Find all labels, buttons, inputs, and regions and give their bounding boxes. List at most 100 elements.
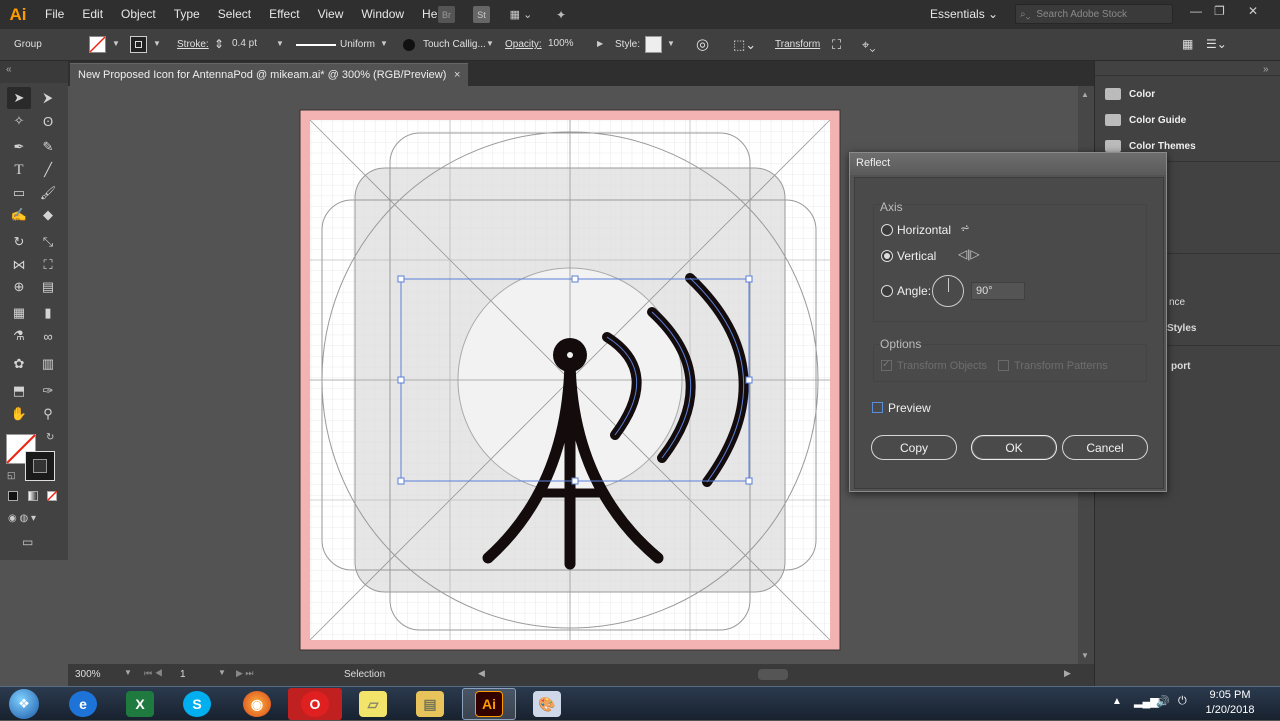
opacity-label[interactable]: Opacity: xyxy=(505,29,542,60)
document-tab[interactable]: New Proposed Icon for AntennaPod @ mikea… xyxy=(70,63,468,86)
puppet-warp-icon[interactable]: ⌖⌄ xyxy=(862,29,875,60)
pen-tool-icon[interactable]: ✒ xyxy=(7,136,31,158)
taskbar-file-explorer[interactable]: ▤ xyxy=(403,688,457,720)
panel-color-themes[interactable]: Color Themes xyxy=(1105,140,1196,152)
magic-wand-tool-icon[interactable]: ✧ xyxy=(7,110,31,132)
scroll-up-icon[interactable]: ▲ xyxy=(1081,90,1089,99)
preview-checkbox[interactable] xyxy=(872,402,883,413)
vertical-radio[interactable] xyxy=(881,250,893,262)
style-dropdown-icon[interactable]: ▼ xyxy=(667,39,675,48)
power-icon[interactable]: ⏻ xyxy=(1178,695,1187,708)
stroke-label[interactable]: Stroke: xyxy=(177,29,209,60)
start-button[interactable]: ❖ xyxy=(4,687,44,721)
opacity-field[interactable]: 100% xyxy=(545,37,593,53)
taskbar-skype[interactable]: S xyxy=(170,688,224,720)
artboard-next-last-icon[interactable]: ▶ ⏭ xyxy=(236,668,254,679)
gpu-performance-icon[interactable]: ✦ xyxy=(550,6,572,23)
hand-tool-icon[interactable]: ✋ xyxy=(7,403,31,425)
zoom-dropdown-icon[interactable]: ▼ xyxy=(124,668,132,677)
restore-icon[interactable]: ❐ xyxy=(1214,4,1225,18)
stock-search-field[interactable]: ⌕⌄ Search Adobe Stock xyxy=(1015,4,1173,24)
recolor-artwork-icon[interactable]: ◎ xyxy=(696,29,709,60)
panel-menu-icon[interactable]: ☰⌄ xyxy=(1206,29,1227,60)
collapse-toolbox-icon[interactable]: « xyxy=(6,64,12,75)
mesh-tool-icon[interactable]: ▦ xyxy=(7,302,31,324)
collapse-panel-icon[interactable]: » xyxy=(1263,64,1269,75)
taskbar-excel[interactable]: X xyxy=(113,688,167,720)
width-tool-icon[interactable]: ⋈ xyxy=(7,254,31,276)
taskbar-illustrator[interactable]: Ai xyxy=(462,688,516,720)
selection-tool-icon[interactable]: ➤ xyxy=(7,87,31,109)
close-window-icon[interactable]: ✕ xyxy=(1248,4,1258,18)
menu-file[interactable]: File xyxy=(36,0,73,29)
workspace-switcher[interactable]: Essentials ⌄ xyxy=(930,0,998,29)
clock[interactable]: 9:05 PM 1/20/2018 xyxy=(1190,688,1270,718)
minimize-icon[interactable]: — xyxy=(1190,4,1202,18)
angle-dial[interactable] xyxy=(932,275,964,307)
profile-dropdown-icon[interactable]: ▼ xyxy=(380,39,388,48)
menu-type[interactable]: Type xyxy=(165,0,209,29)
angle-label[interactable]: Angle: xyxy=(897,284,931,298)
horizontal-scroll-thumb[interactable] xyxy=(758,669,788,680)
panel-graphic-styles-partial[interactable]: Styles xyxy=(1167,323,1196,334)
close-tab-icon[interactable]: × xyxy=(454,64,460,86)
scroll-right-icon[interactable]: ▶ xyxy=(1064,668,1071,679)
swap-fill-stroke-icon[interactable]: ↻ xyxy=(46,432,54,443)
panel-appearance-partial[interactable]: nce xyxy=(1169,297,1185,308)
volume-icon[interactable]: 🔊 xyxy=(1156,695,1170,708)
gradient-tool-icon[interactable]: ▮ xyxy=(36,302,60,324)
network-icon[interactable]: ▂▄▆ xyxy=(1134,695,1159,708)
stroke-stepper-icon[interactable]: ⇕ xyxy=(214,29,224,60)
menu-window[interactable]: Window xyxy=(352,0,413,29)
transform-objects-checkbox[interactable] xyxy=(881,359,892,371)
brush-definition-label[interactable]: Touch Callig... xyxy=(423,29,486,60)
direct-selection-tool-icon[interactable]: ⮞ xyxy=(36,87,60,109)
free-transform-tool-icon[interactable]: ⛶ xyxy=(36,254,60,276)
shaper-tool-icon[interactable]: ✍ xyxy=(7,204,31,226)
transform-link[interactable]: Transform xyxy=(775,29,820,60)
stroke-color-box[interactable] xyxy=(25,451,55,481)
rotate-tool-icon[interactable]: ↻ xyxy=(7,231,31,253)
arrange-documents-icon[interactable]: ▦ ⌄ xyxy=(504,6,538,23)
artboard-dropdown-icon[interactable]: ▼ xyxy=(218,668,226,677)
default-fill-stroke-icon[interactable]: ◱ xyxy=(7,470,16,481)
brush-dropdown-icon[interactable]: ▼ xyxy=(486,39,494,48)
eraser-tool-icon[interactable]: ◆ xyxy=(36,204,60,226)
zoom-level[interactable]: 300% xyxy=(75,669,101,680)
symbol-sprayer-tool-icon[interactable]: ✿ xyxy=(7,353,31,375)
copy-button[interactable]: Copy xyxy=(871,435,957,460)
slice-tool-icon[interactable]: ✑ xyxy=(36,380,60,402)
taskbar-sticky-notes[interactable]: ▱ xyxy=(346,688,400,720)
menu-object[interactable]: Object xyxy=(112,0,165,29)
panel-color[interactable]: Color xyxy=(1105,88,1155,100)
lasso-tool-icon[interactable]: ʘ xyxy=(36,110,60,132)
stroke-weight-dropdown-icon[interactable]: ▼ xyxy=(276,39,284,48)
tray-overflow-icon[interactable]: ▲ xyxy=(1112,696,1122,707)
menu-select[interactable]: Select xyxy=(209,0,260,29)
horizontal-radio[interactable] xyxy=(881,224,893,236)
taskbar-firefox[interactable]: ◉ xyxy=(230,688,284,720)
scale-tool-icon[interactable]: ⤡ xyxy=(36,231,60,253)
arrange-icon[interactable]: ▦ xyxy=(1182,29,1193,60)
isolate-group-icon[interactable]: ⛶ xyxy=(832,29,841,60)
color-mode-icon[interactable] xyxy=(8,491,18,501)
artboard-number[interactable]: 1 xyxy=(180,669,186,680)
angle-radio[interactable] xyxy=(881,285,893,297)
artboard-tool-icon[interactable]: ⬒ xyxy=(7,380,31,402)
scroll-down-icon[interactable]: ▼ xyxy=(1081,651,1089,660)
stroke-dropdown-icon[interactable]: ▼ xyxy=(153,39,161,48)
align-to-icon[interactable]: ⬚⌄ xyxy=(733,29,756,60)
dialog-title-bar[interactable]: Reflect xyxy=(850,153,1166,175)
gradient-mode-icon[interactable] xyxy=(28,491,38,501)
perspective-grid-tool-icon[interactable]: ▤ xyxy=(36,276,60,298)
transform-patterns-checkbox[interactable] xyxy=(998,360,1009,371)
zoom-tool-icon[interactable]: ⚲ xyxy=(36,403,60,425)
taskbar-opera[interactable]: O xyxy=(288,688,342,720)
ok-button[interactable]: OK xyxy=(971,435,1057,460)
draw-mode-icon[interactable]: ◉ ◍ ▾ xyxy=(8,513,36,524)
stroke-swatch[interactable] xyxy=(130,36,147,53)
taskbar-internet-explorer[interactable]: e xyxy=(56,688,110,720)
eyedropper-tool-icon[interactable]: ⚗ xyxy=(7,325,31,347)
none-mode-icon[interactable] xyxy=(47,491,57,501)
line-segment-tool-icon[interactable]: ╱ xyxy=(36,159,60,181)
